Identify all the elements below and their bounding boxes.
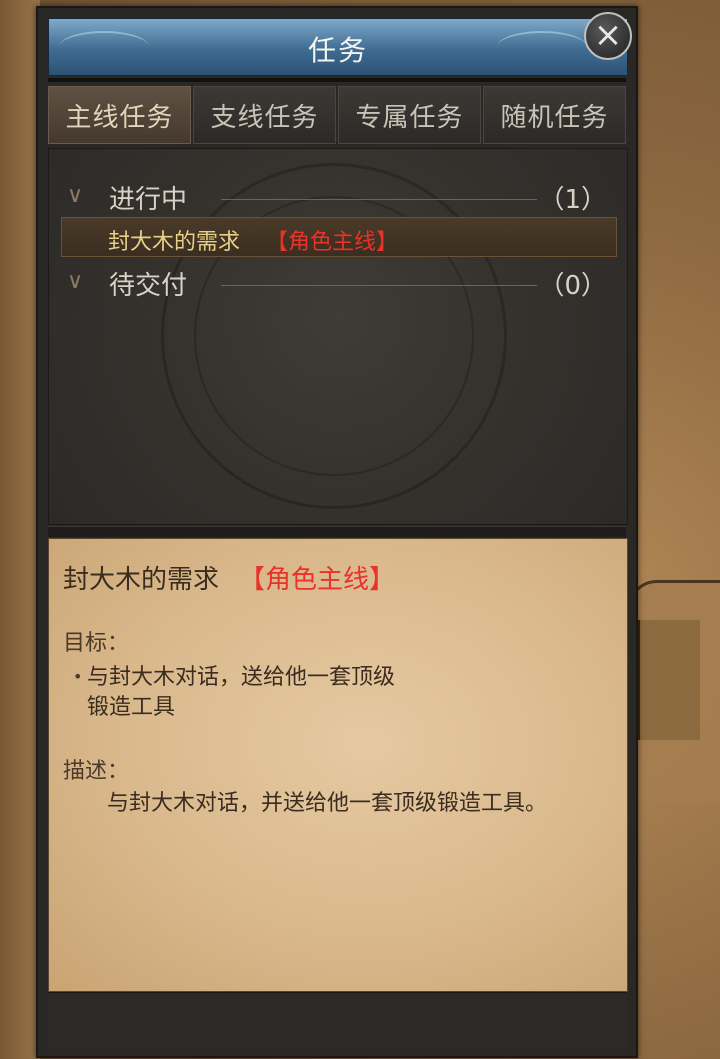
chevron-down-icon: ∨ [67, 183, 84, 208]
close-button[interactable]: × [584, 12, 632, 60]
bottom-bar [48, 992, 626, 1049]
tab-exclusive-quest[interactable]: 专属任务 [338, 86, 481, 144]
detail-quest-tag: 【角色主线】 [239, 565, 396, 595]
background-left-edge [0, 0, 40, 1059]
tab-main-quest[interactable]: 主线任务 [48, 86, 191, 144]
quest-detail-panel: 封大木的需求 【角色主线】 目标： • 与封大木对话，送给他一套顶级 锻造工具 … [48, 538, 628, 992]
quest-window: 任务 × 主线任务 支线任务 专属任务 随机任务 ∨ 进行中 （1） 封大木的需… [36, 6, 638, 1058]
tab-side-quest[interactable]: 支线任务 [193, 86, 336, 144]
background-scenery-detail [638, 620, 700, 740]
group-in-progress[interactable]: ∨ 进行中 （1） [49, 177, 627, 217]
chevron-down-icon: ∨ [67, 269, 84, 294]
description-label: 描述： [63, 759, 130, 784]
title-bar: 任务 [48, 18, 628, 76]
description-text: 与封大木对话，并送给他一套顶级锻造工具。 [107, 791, 548, 816]
group-label: 进行中 [109, 185, 188, 215]
tab-random-quest[interactable]: 随机任务 [483, 86, 626, 144]
objective-line-2: 锻造工具 [87, 695, 176, 720]
group-divider-line [221, 285, 537, 286]
quest-list-panel: ∨ 进行中 （1） 封大木的需求 【角色主线】 ∨ 待交付 （0） [48, 148, 628, 525]
panel-divider [48, 526, 626, 537]
group-count: （1） [538, 185, 607, 215]
detail-quest-title: 封大木的需求 [63, 565, 220, 595]
bullet-icon: • [73, 667, 83, 686]
quest-tag: 【角色主线】 [266, 230, 399, 255]
quest-tabs: 主线任务 支线任务 专属任务 随机任务 [48, 86, 626, 144]
objective-label: 目标： [63, 631, 130, 656]
group-pending-delivery[interactable]: ∨ 待交付 （0） [49, 263, 627, 303]
window-title: 任务 [307, 34, 368, 67]
title-divider [48, 78, 626, 82]
objective-line-1: 与封大木对话，送给他一套顶级 [87, 665, 396, 690]
group-divider-line [221, 199, 537, 200]
quest-name: 封大木的需求 [108, 230, 241, 255]
quest-list-item[interactable]: 封大木的需求 【角色主线】 [61, 217, 617, 257]
close-icon: × [593, 15, 623, 55]
group-count: （0） [538, 271, 607, 301]
group-label: 待交付 [109, 271, 188, 301]
